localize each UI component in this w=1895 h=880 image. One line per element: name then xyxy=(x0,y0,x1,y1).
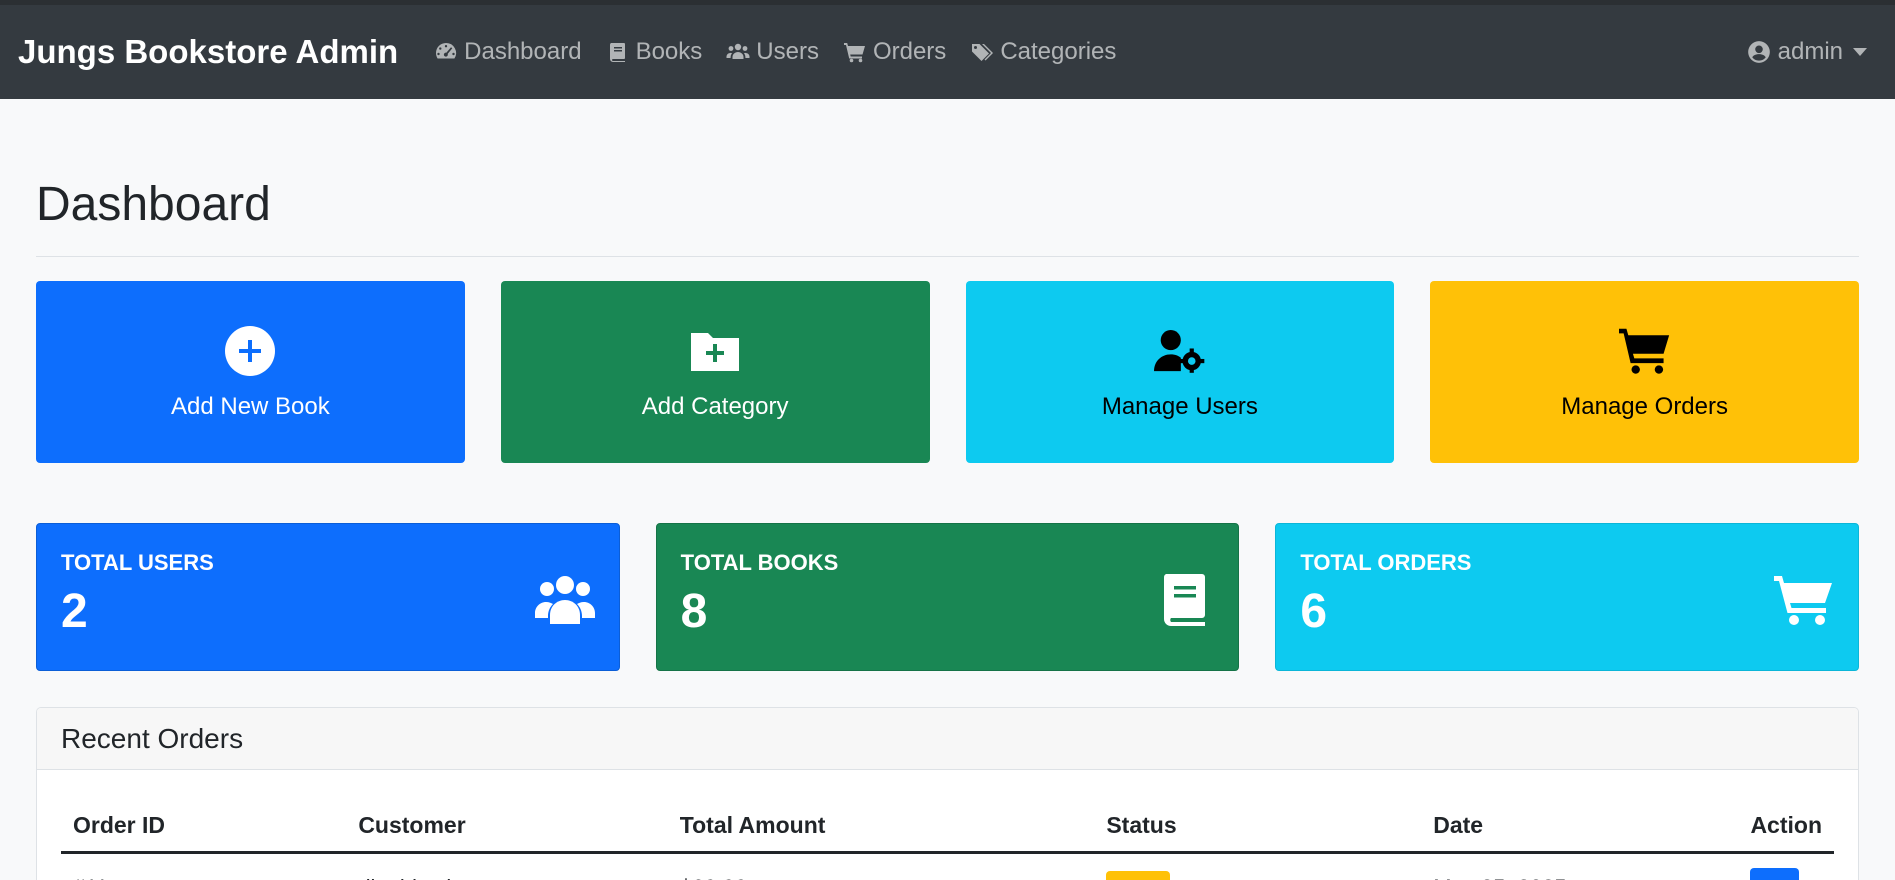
top-navbar: Jungs Bookstore Admin Dashboard Books Us… xyxy=(0,5,1895,99)
chevron-down-icon xyxy=(1853,48,1867,56)
page-title: Dashboard xyxy=(36,177,1859,257)
table-header-row: Order ID Customer Total Amount Status Da… xyxy=(61,794,1834,854)
folder-plus-icon xyxy=(689,323,741,379)
main-content: Dashboard Add New Book Add Category Mana… xyxy=(0,177,1895,880)
user-circle-icon xyxy=(1746,39,1772,65)
table-row: #11 dinnjdcmjs $69.99 May 25, 2025 xyxy=(61,853,1834,880)
nav-item-orders[interactable]: Orders xyxy=(843,38,946,66)
cart-icon xyxy=(1774,574,1834,631)
total-users-card: TOTAL USERS 2 xyxy=(36,523,620,671)
stats-row: TOTAL USERS 2 TOTAL BOOKS 8 TOTAL ORDERS… xyxy=(36,523,1860,671)
tachometer-icon xyxy=(434,40,458,64)
total-books-card: TOTAL BOOKS 8 xyxy=(655,523,1240,671)
add-new-book-label: Add New Book xyxy=(170,393,330,420)
amount-cell: $69.99 xyxy=(668,853,1095,880)
brand-title[interactable]: Jungs Bookstore Admin xyxy=(18,33,398,71)
recent-orders-table: Order ID Customer Total Amount Status Da… xyxy=(61,794,1834,880)
manage-orders-label: Manage Orders xyxy=(1561,393,1728,420)
col-date: Date xyxy=(1421,794,1739,854)
date-cell: May 25, 2025 xyxy=(1421,853,1738,880)
col-customer: Customer xyxy=(346,794,668,854)
customer-cell: dinnjdcmjs xyxy=(346,853,667,880)
order-id-cell: #11 xyxy=(61,853,346,880)
total-orders-value: 6 xyxy=(1300,585,1328,638)
status-cell xyxy=(1094,853,1421,880)
nav-label-categories: Categories xyxy=(1000,38,1117,65)
cart-icon xyxy=(843,40,867,64)
total-users-value: 2 xyxy=(61,585,88,638)
col-status: Status xyxy=(1094,794,1422,854)
total-orders-label: TOTAL ORDERS xyxy=(1300,550,1472,575)
col-total-amount: Total Amount xyxy=(667,794,1095,854)
nav-item-categories[interactable]: Categories xyxy=(970,38,1116,66)
total-users-label: TOTAL USERS xyxy=(61,550,214,575)
user-menu-dropdown[interactable]: admin xyxy=(1746,5,1867,99)
manage-orders-button[interactable]: Manage Orders xyxy=(1430,281,1859,463)
view-order-button[interactable] xyxy=(1750,868,1800,880)
recent-orders-title: Recent Orders xyxy=(37,708,1858,770)
nav-label-dashboard: Dashboard xyxy=(464,38,582,65)
action-cell xyxy=(1738,853,1834,880)
users-icon xyxy=(534,574,595,631)
user-cog-icon xyxy=(1153,323,1206,379)
plus-circle-icon xyxy=(224,323,276,379)
total-orders-card: TOTAL ORDERS 6 xyxy=(1275,523,1860,671)
nav-label-users: Users xyxy=(756,38,819,65)
user-menu-label: admin xyxy=(1777,38,1843,65)
col-action: Action xyxy=(1738,794,1834,854)
status-badge xyxy=(1106,871,1171,880)
cart-icon xyxy=(1618,323,1671,379)
nav-label-orders: Orders xyxy=(872,38,947,65)
recent-orders-panel: Recent Orders Order ID Customer Total Am… xyxy=(36,707,1859,880)
add-category-label: Add Category xyxy=(641,393,789,420)
nav-item-dashboard[interactable]: Dashboard xyxy=(434,38,582,66)
quick-actions: Add New Book Add Category Manage Users M… xyxy=(36,281,1859,463)
manage-users-label: Manage Users xyxy=(1101,393,1258,420)
total-books-value: 8 xyxy=(680,585,708,638)
add-category-button[interactable]: Add Category xyxy=(500,281,930,463)
nav-item-books[interactable]: Books xyxy=(606,38,703,66)
tags-icon xyxy=(970,40,994,64)
book-icon xyxy=(1154,574,1214,631)
total-books-label: TOTAL BOOKS xyxy=(680,550,839,575)
col-order-id: Order ID xyxy=(61,794,347,854)
nav-label-books: Books xyxy=(635,38,703,65)
nav-item-users[interactable]: Users xyxy=(726,38,819,66)
add-new-book-button[interactable]: Add New Book xyxy=(36,281,465,463)
manage-users-button[interactable]: Manage Users xyxy=(965,281,1395,463)
book-icon xyxy=(606,40,630,64)
users-icon xyxy=(726,40,750,64)
